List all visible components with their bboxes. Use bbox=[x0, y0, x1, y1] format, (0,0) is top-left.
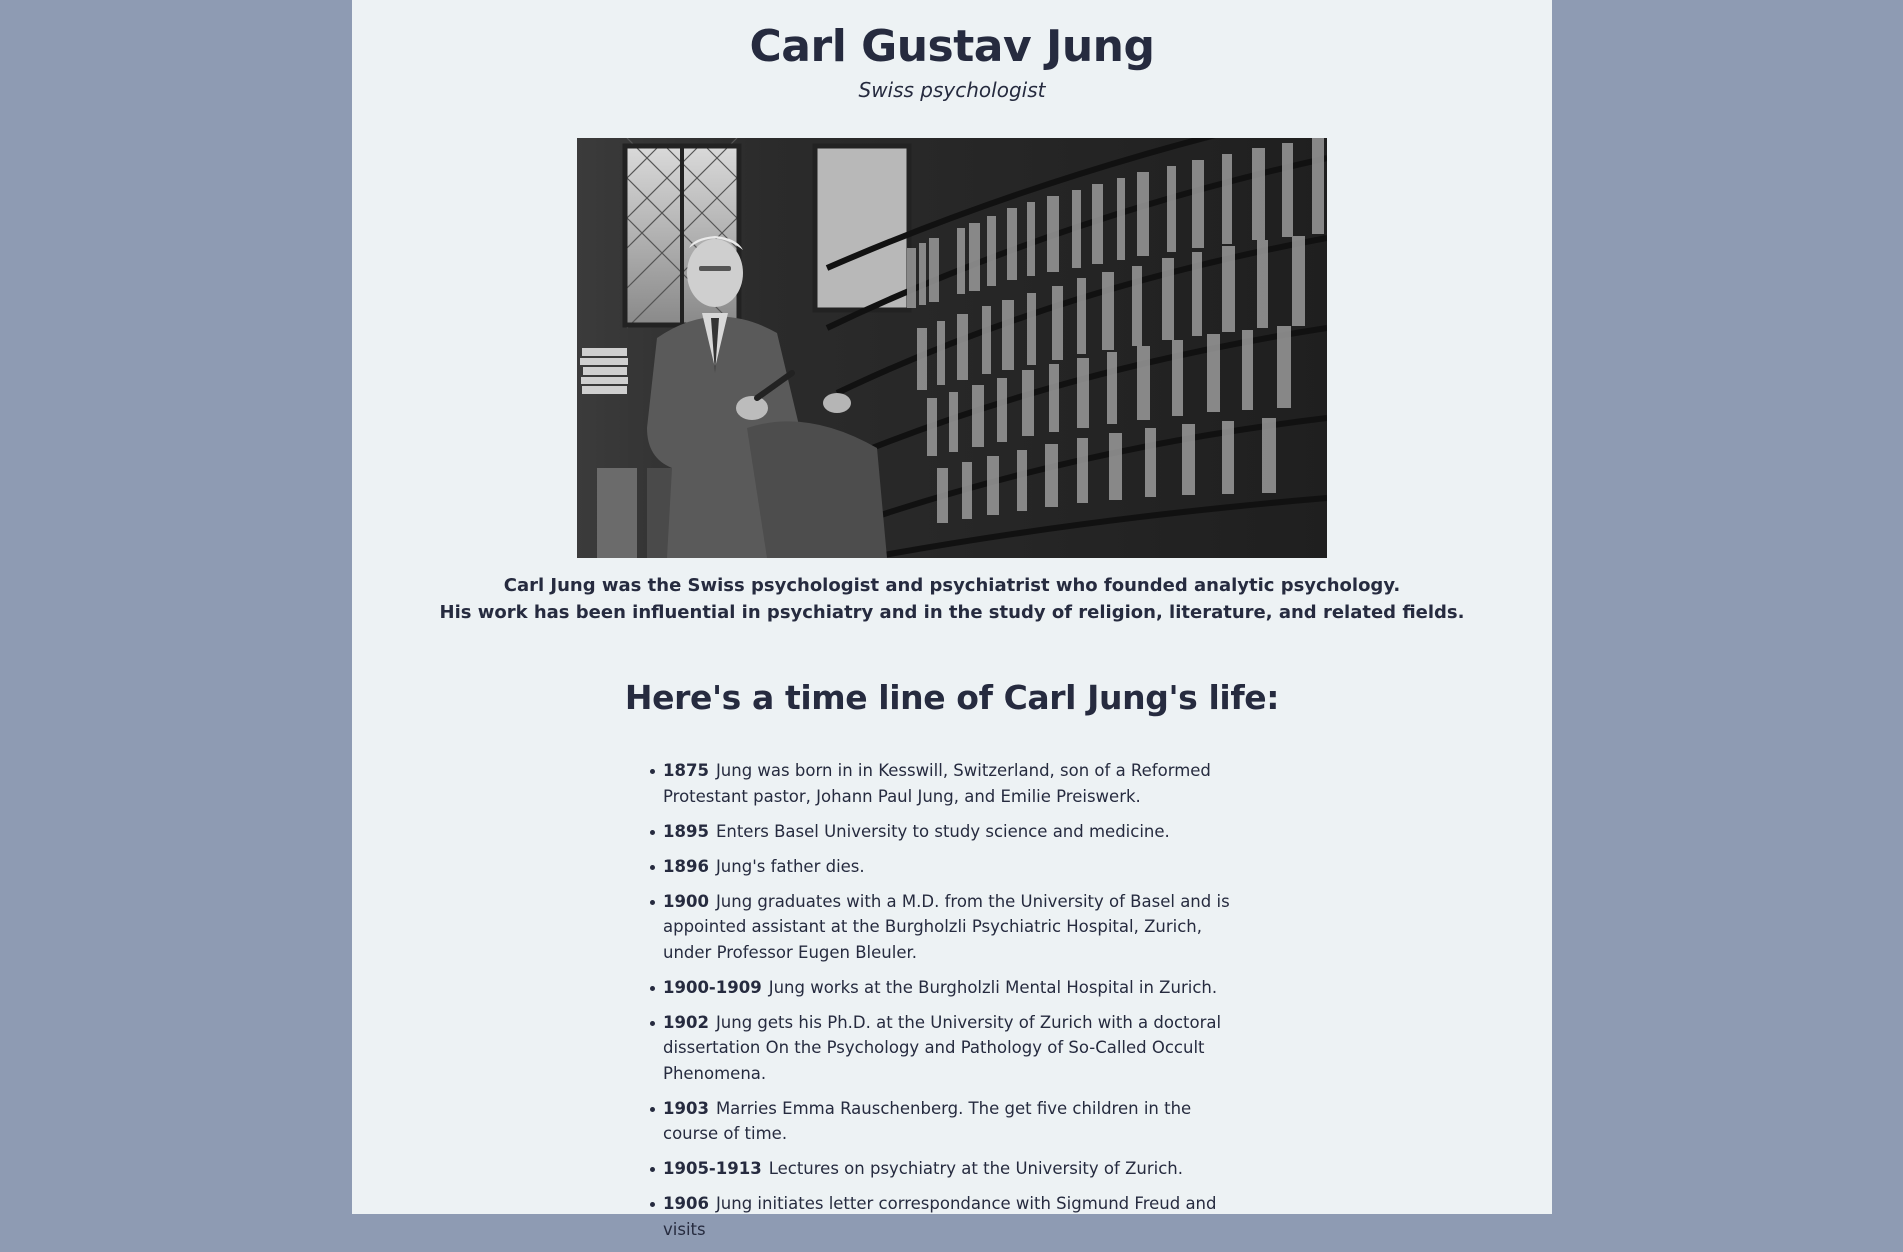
timeline-text: Jung initiates letter correspondance wit… bbox=[663, 1194, 1217, 1239]
timeline-year: 1905-1913 bbox=[663, 1159, 762, 1178]
timeline-year: 1900 bbox=[663, 891, 709, 911]
timeline-text: Jung works at the Burgholzli Mental Hosp… bbox=[768, 977, 1218, 997]
jung-photo bbox=[577, 138, 1327, 558]
timeline-year: 1895 bbox=[663, 821, 709, 841]
timeline-text: Jung's father dies. bbox=[715, 856, 865, 876]
timeline-item: 1895 Enters Basel University to study sci… bbox=[650, 819, 1250, 845]
timeline-item: 1906 Jung initiates letter correspondance… bbox=[650, 1191, 1250, 1242]
timeline-text: Enters Basel University to study science… bbox=[715, 821, 1170, 841]
page-subtitle: Swiss psychologist bbox=[858, 78, 1046, 102]
photo-illustration bbox=[577, 138, 1327, 558]
timeline-year: 1896 bbox=[663, 856, 709, 876]
timeline-year: 1900-1909 bbox=[663, 977, 762, 997]
timeline-item: 1905-1913 Lectures on psychiatry at the U… bbox=[650, 1156, 1250, 1182]
timeline-text: Jung was born in in Kesswill, Switzerlan… bbox=[663, 761, 1211, 806]
timeline-item: 1875 Jung was born in in Kesswill, Switze… bbox=[650, 758, 1250, 809]
timeline-heading: Here's a time line of Carl Jung's life: bbox=[624, 678, 1280, 717]
timeline-year: 1875 bbox=[663, 761, 709, 780]
caption-line-1: Carl Jung was the Swiss psychologist and… bbox=[503, 575, 1401, 596]
main-content: Carl Gustav Jung Swiss psychologist Carl… bbox=[352, 0, 1552, 1239]
timeline-text: Marries Emma Rauschenberg. The get five … bbox=[663, 1098, 1192, 1144]
timeline-item: 1902 Jung gets his Ph.D. at the Universit… bbox=[650, 1010, 1250, 1087]
timeline-item: 1900-1909 Jung works at the Burgholzli Me… bbox=[650, 975, 1250, 1001]
timeline-list: 1875 Jung was born in in Kesswill, Switze… bbox=[650, 758, 1250, 1252]
timeline-text: Jung gets his Ph.D. at the University of… bbox=[663, 1012, 1222, 1083]
intro-caption: Carl Jung was the Swiss psychologist and… bbox=[352, 572, 1552, 626]
timeline-year: 1903 bbox=[663, 1098, 709, 1118]
timeline-item: 1896 Jung's father dies. bbox=[650, 854, 1250, 880]
timeline-item: 1900 Jung graduates with a M.D. from the … bbox=[650, 889, 1250, 966]
timeline-year: 1906 bbox=[663, 1194, 709, 1213]
caption-line-2: His work has been influential in psychia… bbox=[439, 602, 1465, 623]
timeline-item: 1903 Marries Emma Rauschenberg. The get f… bbox=[650, 1096, 1250, 1147]
timeline-text: Lectures on psychiatry at the University… bbox=[768, 1159, 1183, 1178]
page-title: Carl Gustav Jung bbox=[749, 21, 1155, 72]
timeline-text: Jung graduates with a M.D. from the Univ… bbox=[663, 891, 1230, 962]
timeline-year: 1902 bbox=[663, 1012, 709, 1032]
